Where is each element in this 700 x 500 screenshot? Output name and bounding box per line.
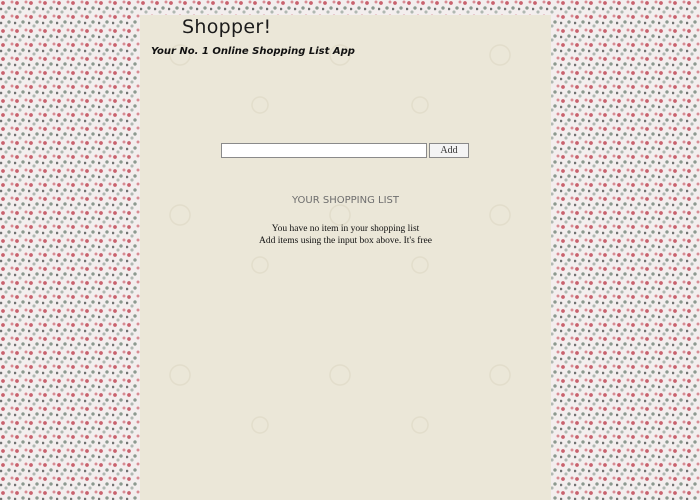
app-title: Shopper! [182,16,272,38]
add-item-form: Add [221,143,469,158]
item-input[interactable] [221,143,427,158]
page-background: { "app": { "title": "Shopper!", "tagline… [0,0,700,500]
main-panel: Shopper! Your No. 1 Online Shopping List… [140,15,551,500]
shopping-list-heading: YOUR SHOPPING LIST [291,195,399,206]
empty-message-line-1: You have no item in your shopping list [271,224,420,234]
empty-message-line-2: Add items using the input box above. It'… [259,236,432,246]
empty-list-message: You have no item in your shopping list A… [140,223,551,247]
add-button[interactable]: Add [429,143,469,158]
app-tagline: Your No. 1 Online Shopping List App [151,46,355,57]
